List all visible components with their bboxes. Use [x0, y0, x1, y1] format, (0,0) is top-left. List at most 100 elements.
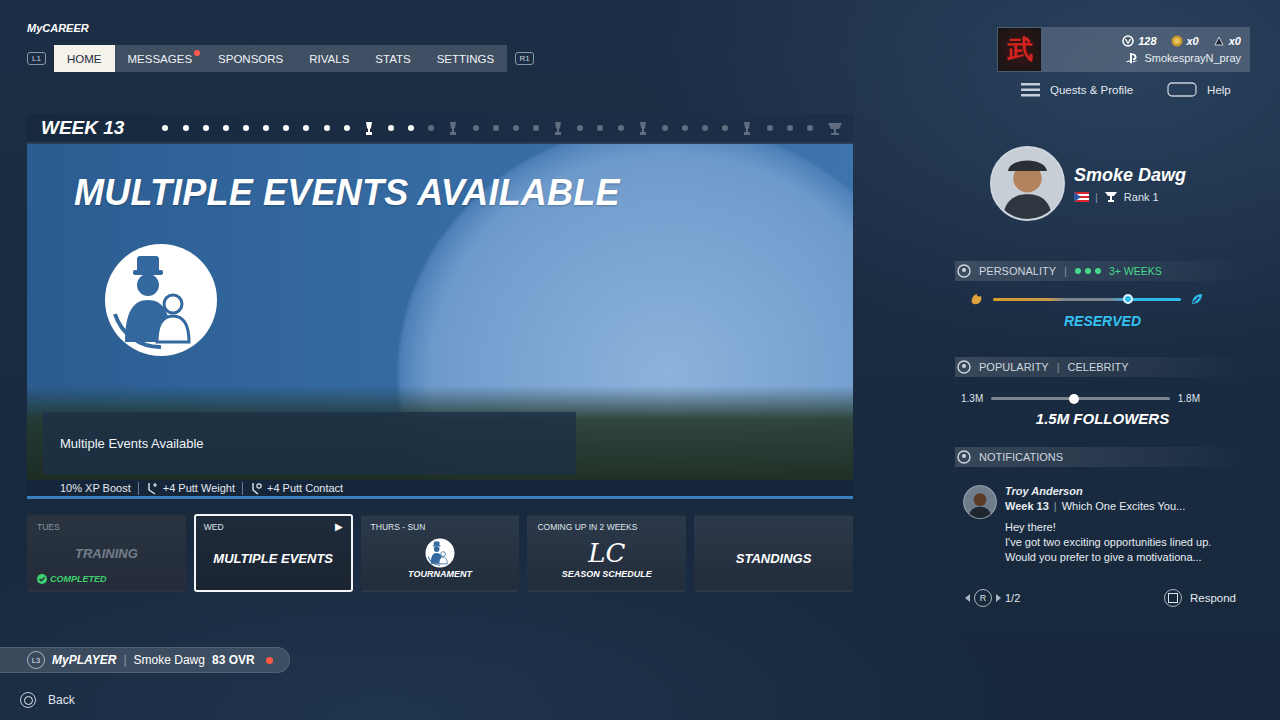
- notifications-header: NOTIFICATIONS: [955, 447, 1250, 467]
- player-info: Smoke Dawg|Rank 1: [1074, 165, 1186, 203]
- account-box: 武128x0x0SmokesprayN_pray: [997, 27, 1250, 72]
- schedule-card[interactable]: COMING UP IN 2 WEEKSLCSEASON SCHEDULE: [527, 514, 686, 592]
- week-dot: [183, 125, 189, 131]
- back-button[interactable]: Back: [20, 692, 1250, 708]
- menu-item[interactable]: Quests & Profile: [1021, 83, 1133, 97]
- rank-trophy-icon: [1104, 191, 1118, 203]
- player-name: Smoke Dawg: [1074, 165, 1186, 186]
- notification-pager-row: R1/2 Respond: [955, 589, 1250, 607]
- sender-portrait-icon: [964, 486, 996, 518]
- sender-avatar: [963, 485, 997, 519]
- week-dot: [787, 125, 793, 131]
- personality-value: RESERVED: [955, 313, 1250, 329]
- followers-count: 1.5M FOLLOWERS: [955, 410, 1250, 427]
- main: WEEK 13MULTIPLE EVENTS AVAILABLEMultiple…: [27, 114, 1250, 607]
- l1-button[interactable]: L1: [27, 52, 46, 65]
- alert-dot: [266, 657, 273, 664]
- top-bar: MyCAREER L1 HOMEMESSAGESSPONSORSRIVALSSTAT…: [27, 22, 1250, 97]
- player-row: Smoke Dawg|Rank 1: [955, 146, 1250, 221]
- nav-tab[interactable]: STATS: [362, 45, 423, 72]
- trophy-icon: [448, 121, 458, 136]
- streak-dot: [1075, 268, 1081, 274]
- personality-header: PERSONALITY|3+ WEEKS: [955, 261, 1250, 281]
- notification[interactable]: Troy AndersonWeek 13|Which One Excites Y…: [955, 485, 1250, 563]
- week-card: WEEK 13MULTIPLE EVENTS AVAILABLEMultiple…: [27, 114, 853, 499]
- mode-title: MyCAREER: [27, 22, 534, 35]
- personality-marker: [1123, 294, 1133, 304]
- perks-bar: 10% XP Boost+4 Putt Weight+4 Putt Contac…: [27, 480, 853, 499]
- currency: 128: [1122, 35, 1156, 47]
- popularity-icon: [957, 360, 971, 374]
- respond-button[interactable]: Respond: [1164, 589, 1236, 607]
- unread-dot: [194, 50, 200, 56]
- schedule-body: TOURNAMENT: [371, 532, 510, 584]
- perk: +4 Putt Contact: [242, 482, 350, 495]
- week-dot: [203, 125, 209, 131]
- myplayer-button[interactable]: L3MyPLAYER|Smoke Dawg83 OVR: [0, 647, 290, 673]
- season-logo: LC: [588, 538, 625, 568]
- nav-tabs: HOMEMESSAGESSPONSORSRIVALSSTATSSETTINGS: [54, 45, 507, 72]
- schedule-card[interactable]: TUES TRAINING COMPLETED: [27, 514, 186, 592]
- schedule-body: MULTIPLE EVENTS: [204, 532, 343, 584]
- notification-pager[interactable]: R1/2: [965, 589, 1020, 607]
- calm-trait-icon: [1189, 291, 1205, 307]
- schedule-body: LCSEASON SCHEDULE: [537, 532, 676, 584]
- currency: x0: [1213, 35, 1241, 47]
- playstation-icon: [1125, 52, 1139, 64]
- nav-tab[interactable]: SPONSORS: [205, 45, 296, 72]
- popularity-track: [991, 397, 1170, 400]
- schedule-card[interactable]: THURS - SUNTOURNAMENT: [361, 514, 520, 592]
- week-title: WEEK 13: [41, 117, 124, 139]
- week-dot: [303, 125, 309, 131]
- vc-icon: [1122, 35, 1134, 47]
- circle-button-icon: [20, 692, 36, 708]
- schedule-label: STANDINGS: [736, 551, 812, 566]
- streak-dots: [1075, 268, 1101, 274]
- schedule-day: THURS - SUN: [371, 521, 510, 532]
- account-info: 128x0x0SmokesprayN_pray: [1041, 28, 1249, 71]
- week-dot: [283, 125, 289, 131]
- schedule-card[interactable]: STANDINGS: [694, 514, 853, 592]
- menu-row: Quests & Profile Help: [997, 82, 1250, 97]
- schedule-body: STANDINGS: [704, 532, 843, 584]
- hamburger-icon: [1021, 83, 1040, 97]
- week-dot: [493, 125, 499, 131]
- perk: +4 Putt Weight: [138, 482, 242, 495]
- week-dot: [722, 125, 728, 131]
- week-dot: [408, 125, 414, 131]
- week-dot: [533, 125, 539, 131]
- personality-slider: [955, 291, 1250, 307]
- flag-icon: [1074, 192, 1089, 202]
- week-dot: [513, 125, 519, 131]
- schedule-card[interactable]: WED▶MULTIPLE EVENTS: [194, 514, 353, 592]
- tournament-icon: [425, 538, 455, 568]
- menu-item[interactable]: Help: [1167, 82, 1231, 97]
- week-dot: [577, 125, 583, 131]
- nav-tab[interactable]: RIVALS: [296, 45, 362, 72]
- week-dot: [243, 125, 249, 131]
- week-dot: [618, 125, 624, 131]
- schedule-day: [704, 521, 843, 532]
- week-dot: [702, 125, 708, 131]
- nav-tab[interactable]: SETTINGS: [424, 45, 508, 72]
- schedule-label: TRAINING: [75, 546, 138, 561]
- week-dot: [162, 125, 168, 131]
- popularity-header: POPULARITY|CELEBRITY: [955, 357, 1250, 377]
- popularity-slider: 1.3M1.8M: [955, 393, 1250, 404]
- currency-row: 128x0x0: [1041, 35, 1241, 47]
- completed-status: COMPLETED: [37, 574, 176, 584]
- feature-icon-wrap: [103, 242, 219, 358]
- notifications-icon: [957, 450, 971, 464]
- username: SmokesprayN_pray: [1041, 52, 1241, 64]
- schedule-day: COMING UP IN 2 WEEKS: [537, 521, 676, 532]
- week-dot: [344, 125, 350, 131]
- club-logo: 武: [998, 28, 1041, 71]
- nav-tab[interactable]: MESSAGES: [115, 45, 206, 72]
- putt-weight-icon: [146, 482, 159, 495]
- r1-button[interactable]: R1: [515, 52, 534, 65]
- week-dot: [473, 125, 479, 131]
- nav-tab[interactable]: HOME: [54, 45, 115, 72]
- mycareer-screen: MyCAREER L1 HOMEMESSAGESSPONSORSRIVALSSTAT…: [0, 0, 1280, 720]
- schedule-day: TUES: [37, 521, 176, 532]
- streak-dot: [1085, 268, 1091, 274]
